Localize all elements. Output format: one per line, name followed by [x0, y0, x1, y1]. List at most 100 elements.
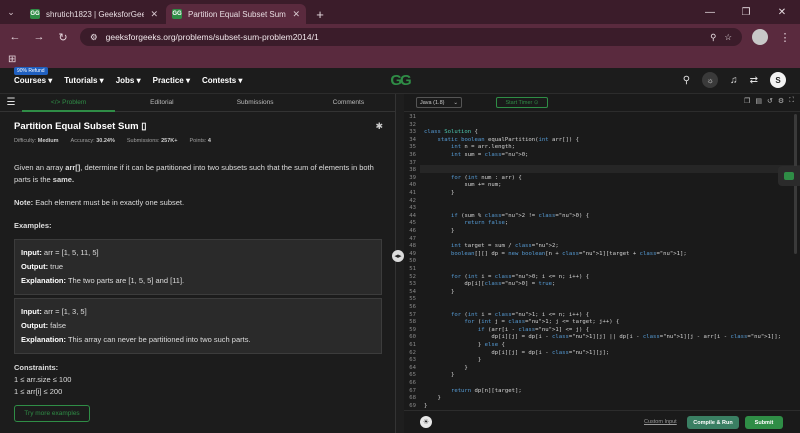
editor-footer: ☀ Custom Input Compile & Run Submit [404, 410, 800, 433]
browser-tab-profile[interactable]: GG shrutich1823 | GeeksforGeeks P ✕ [24, 4, 164, 24]
back-icon[interactable]: ← [8, 31, 22, 43]
close-tab-icon[interactable]: ✕ [292, 9, 300, 20]
problem-pane: ☰ </> Problem Editorial Submissions Comm… [0, 94, 396, 433]
code-line: 65 } [404, 372, 784, 380]
nav-courses[interactable]: 90% Refund Courses ▾ [14, 67, 53, 85]
line-number: 69 [409, 402, 416, 409]
line-number: 35 [409, 144, 416, 151]
editor-pane: Java (1.8) ⌄ Start Timer ⊙ ❐ ▤ ↺ ⚙ ⛶ 31 3… [404, 94, 800, 433]
report-bug-icon[interactable]: ✱ [375, 121, 383, 132]
code-line: 60 dp[i][j] = dp[i - class="nu">1][j] ||… [404, 334, 784, 342]
line-number: 34 [409, 136, 416, 143]
meta-label: Accuracy: [70, 138, 95, 144]
code-line: 57 for (int i = class="nu">1; i <= n; i+… [404, 312, 784, 320]
custom-input-link[interactable]: Custom Input [644, 419, 677, 425]
code-text: } [424, 364, 468, 371]
chat-icon[interactable] [778, 166, 800, 186]
line-number: 42 [409, 197, 416, 204]
search-icon[interactable]: ⚲ [683, 75, 690, 86]
reset-icon[interactable]: ↺ [767, 97, 773, 105]
output-label: Output: [21, 262, 49, 271]
language-select[interactable]: Java (1.8) ⌄ [416, 97, 462, 108]
restore-icon[interactable]: ❐ [728, 0, 764, 24]
meta-label: Submissions: [126, 138, 160, 144]
code-text: } [424, 228, 455, 234]
try-more-examples-button[interactable]: Try more examples [14, 405, 90, 422]
bookmark-star-icon[interactable]: ☆ [724, 32, 732, 43]
theme-toggle-icon[interactable]: ☼ [702, 72, 719, 88]
line-number: 46 [409, 228, 416, 234]
code-line: 61 } else { [404, 342, 784, 350]
nav-tutorials[interactable]: Tutorials ▾ [64, 76, 103, 85]
minimize-icon[interactable]: — [692, 0, 728, 24]
bookmark-icon[interactable]: ▯ [141, 121, 146, 132]
example-box-1: Input: arr = [1, 5, 11, 5] Output: true … [14, 239, 382, 295]
tab-search-icon[interactable]: ⌄ [0, 0, 22, 24]
chevron-down-icon: ⌄ [453, 99, 458, 106]
apps-grid-icon[interactable]: ⊞ [8, 54, 16, 65]
line-number: 51 [409, 266, 416, 272]
code-line: 32 [404, 122, 784, 130]
translate-icon[interactable]: ⇄ [750, 75, 758, 86]
nav-contests[interactable]: Contests ▾ [202, 76, 242, 85]
menu-icon[interactable]: ⋮ [778, 31, 792, 44]
pane-resize-handle-icon[interactable]: ◂▸ [392, 250, 404, 262]
example-box-2: Input: arr = [1, 3, 5] Output: false Exp… [14, 298, 382, 354]
reload-icon[interactable]: ↻ [56, 31, 70, 44]
lightbulb-icon[interactable]: ☀ [420, 416, 432, 428]
example-input: Input: arr = [1, 3, 5] [21, 305, 375, 319]
new-tab-icon[interactable]: + [310, 4, 330, 24]
line-number: 44 [409, 212, 416, 219]
nav-practice[interactable]: Practice ▾ [153, 76, 190, 85]
address-bar[interactable]: ⚙ geeksforgeeks.org/problems/subset-sum-… [80, 28, 742, 46]
code-text: } [424, 357, 482, 364]
browser-tabbar: ⌄ GG shrutich1823 | GeeksforGeeks P ✕ GG… [0, 0, 800, 24]
code-text: for (int j = class="nu">1; j <= target; … [464, 319, 620, 326]
code-text: int target = sum / class="nu">2; [450, 243, 559, 250]
user-avatar[interactable]: S [770, 72, 786, 88]
nav-label: Courses ▾ [14, 76, 53, 85]
site-info-icon[interactable]: ⚙ [90, 32, 98, 43]
gfg-logo[interactable]: GG [384, 72, 416, 90]
copy-icon[interactable]: ❐ [744, 97, 750, 105]
note-text: Each element must be in exactly one subs… [33, 198, 185, 207]
explanation-value: The two parts are [1, 5, 5] and [11]. [67, 276, 185, 285]
tab-editorial[interactable]: Editorial [115, 99, 208, 106]
line-number: 63 [409, 357, 416, 364]
line-number: 65 [409, 372, 416, 379]
tab-comments[interactable]: Comments [302, 99, 395, 106]
submit-button[interactable]: Submit [745, 416, 783, 429]
browser-tab-problem[interactable]: GG Partition Equal Subset Sum | Pra ✕ [166, 4, 306, 24]
hamburger-menu-icon[interactable]: ☰ [0, 97, 22, 108]
example-output: Output: false [21, 319, 375, 333]
browser-toolbar: ← → ↻ ⚙ geeksforgeeks.org/problems/subse… [0, 24, 800, 50]
nav-jobs[interactable]: Jobs ▾ [116, 76, 141, 85]
profile-avatar[interactable] [752, 29, 768, 45]
close-tab-icon[interactable]: ✕ [150, 9, 158, 20]
example-explanation: Explanation: The two parts are [1, 5, 5]… [21, 274, 375, 288]
start-timer-button[interactable]: Start Timer ⊙ [496, 97, 548, 108]
tab-submissions[interactable]: Submissions [209, 99, 302, 106]
settings-icon[interactable]: ⚙ [778, 97, 784, 105]
line-number: 48 [409, 243, 416, 250]
tab-problem[interactable]: </> Problem [22, 94, 116, 112]
problem-title-text: Partition Equal Subset Sum [14, 121, 139, 132]
fullscreen-icon[interactable]: ⛶ [789, 97, 794, 105]
compile-run-button[interactable]: Compile & Run [687, 416, 739, 429]
line-number: 36 [409, 152, 416, 158]
line-number: 62 [409, 349, 416, 356]
language-value: Java (1.8) [420, 99, 445, 106]
close-window-icon[interactable]: ✕ [764, 0, 800, 24]
code-line: 59 if (arr[i - class="nu">1] <= j) { [404, 327, 784, 335]
code-line: 47 [404, 236, 784, 244]
forward-icon[interactable]: → [32, 31, 46, 43]
zoom-icon[interactable]: ⚲ [710, 32, 716, 43]
code-text: if (arr[i - class="nu">1] <= j) { [477, 326, 590, 333]
notification-bell-icon[interactable]: ♫ [730, 75, 738, 86]
code-editor[interactable]: 31 32 33 class Solution {34 static boolean … [404, 112, 800, 410]
examples-heading: Examples: [14, 221, 52, 230]
code-line: 33 class Solution { [404, 129, 784, 137]
template-icon[interactable]: ▤ [755, 97, 762, 105]
